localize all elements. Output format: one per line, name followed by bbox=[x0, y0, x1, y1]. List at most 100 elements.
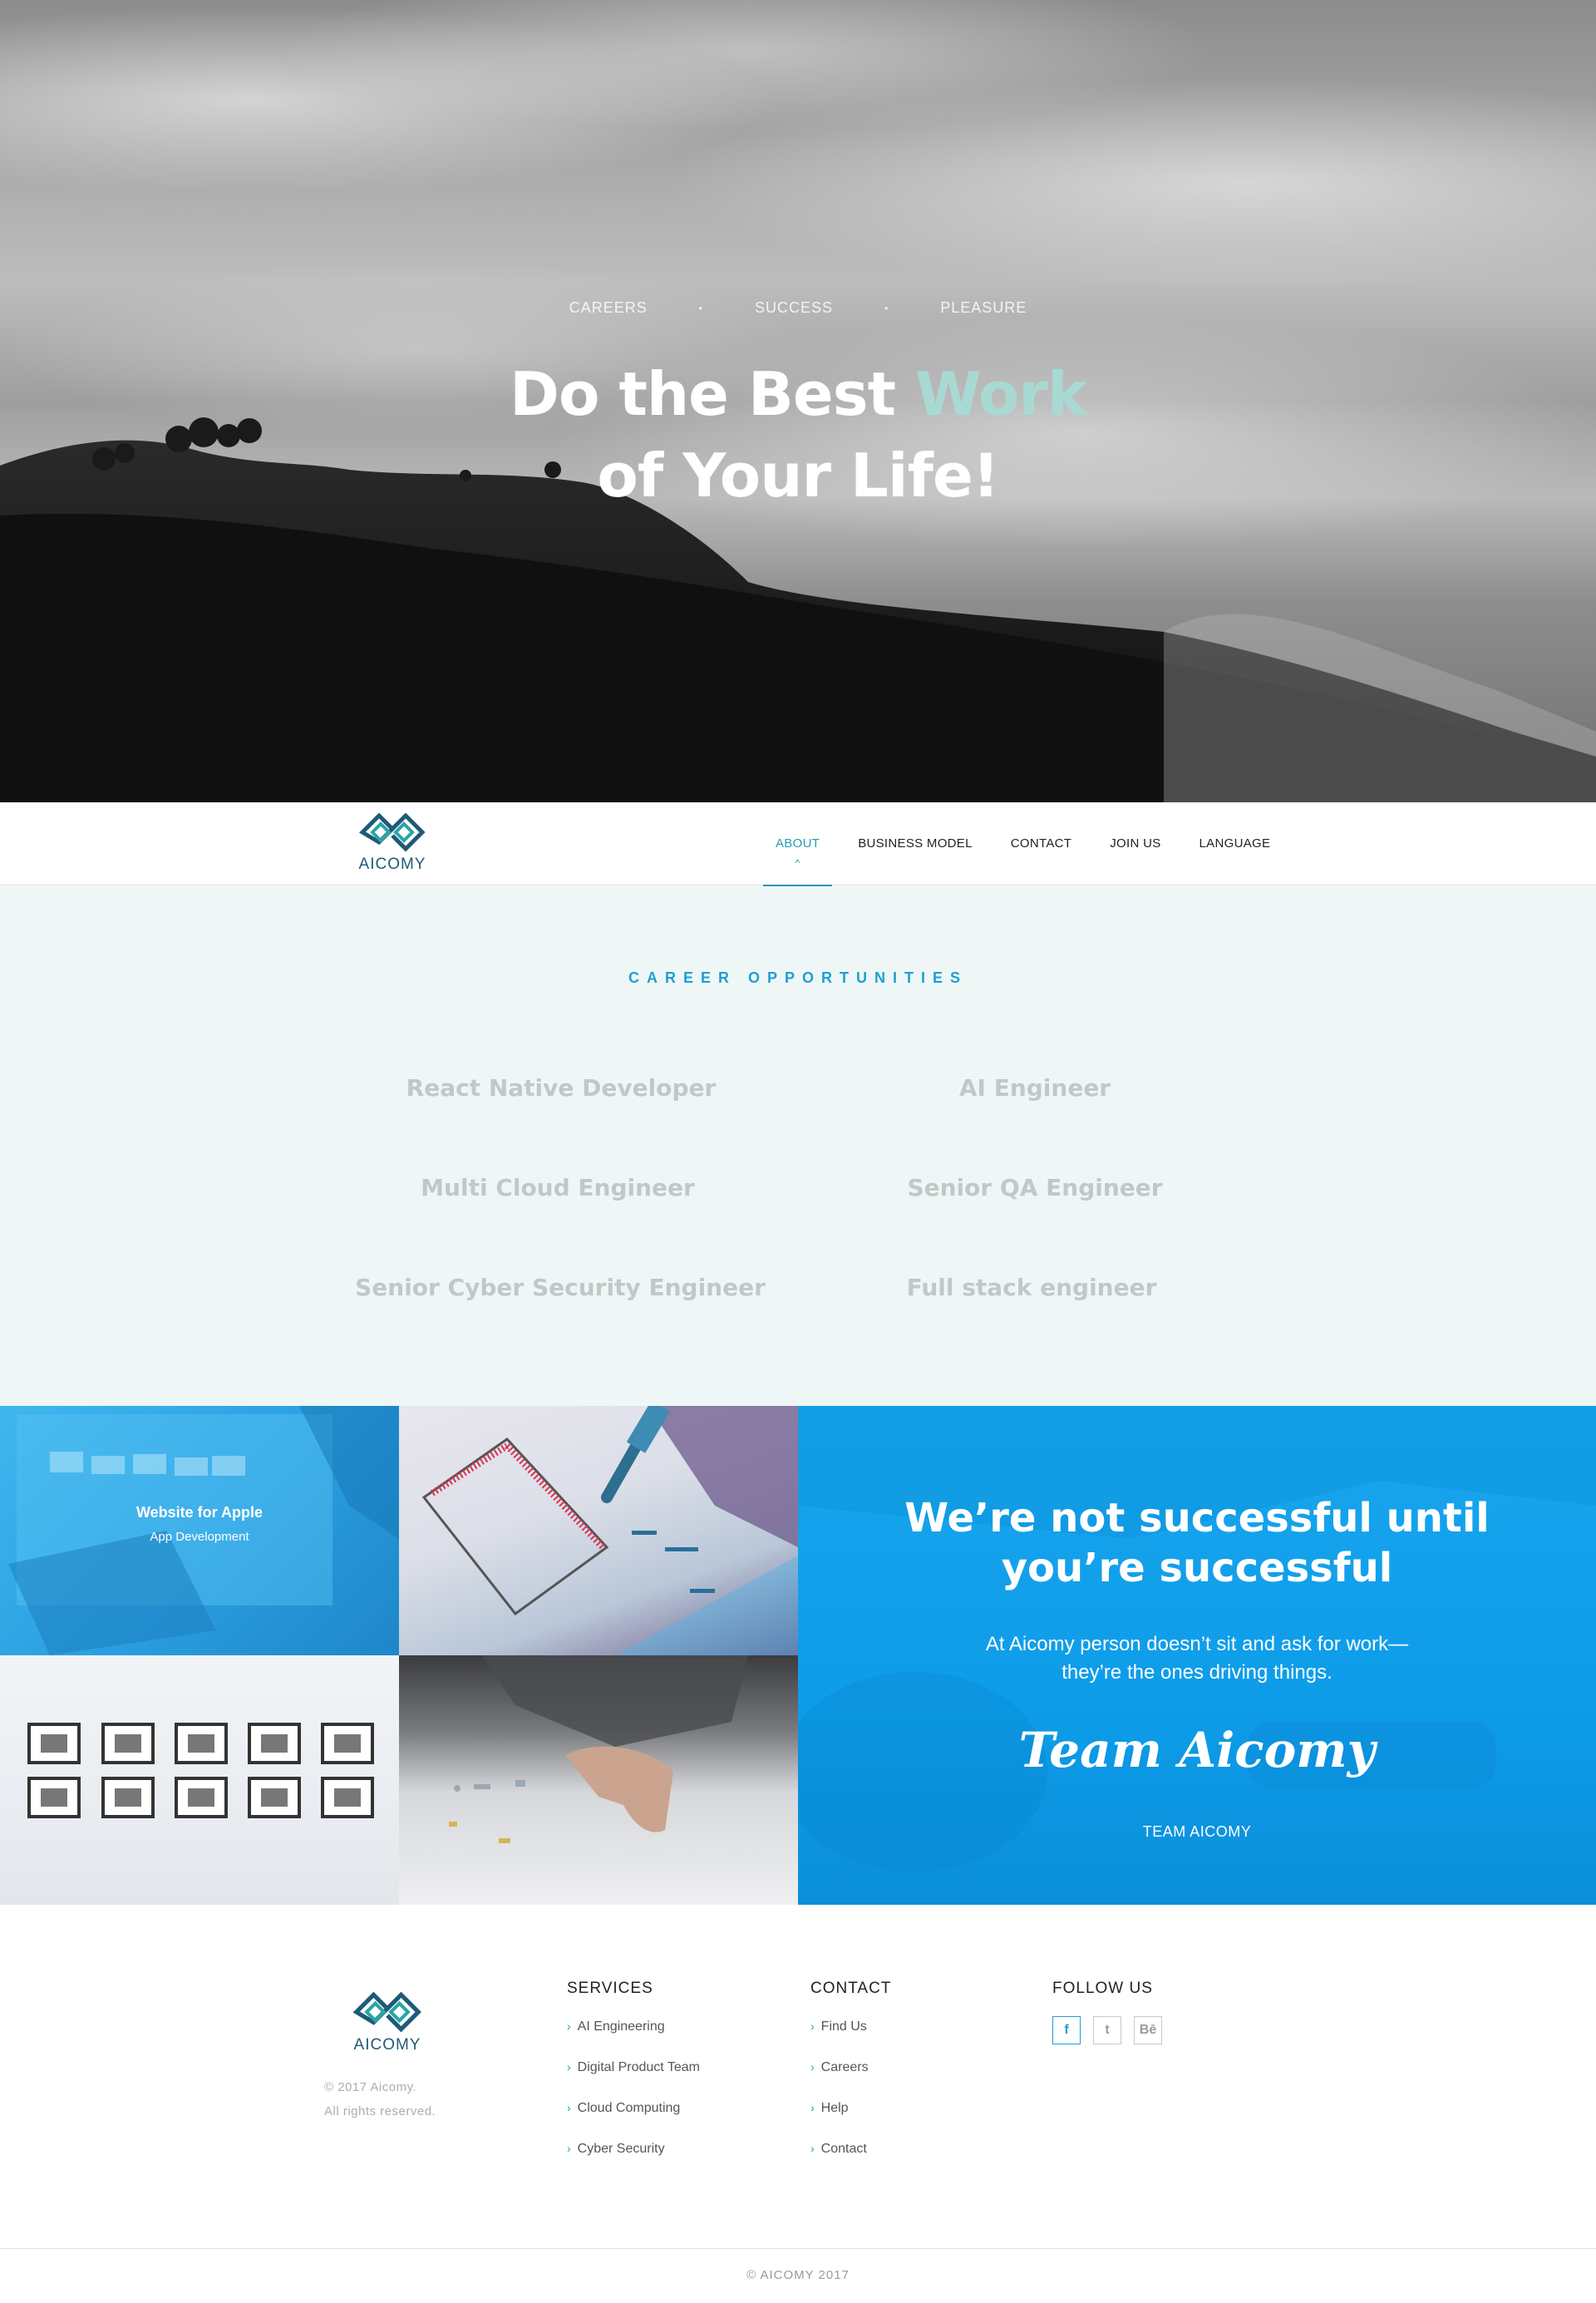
section-title: CAREER OPPORTUNITIES bbox=[628, 969, 968, 986]
footer-link-label: Cyber Security bbox=[577, 2142, 665, 2156]
footer-copyright: © 2017 Aicomy. All rights reserved. bbox=[324, 2075, 436, 2123]
hero-headline-start: Do the Best bbox=[510, 359, 916, 429]
portfolio-tile-website-for-apple[interactable]: Website for Apple App Development bbox=[0, 1406, 399, 1655]
job-react-native-developer[interactable]: React Native Developer bbox=[312, 1074, 810, 1102]
tile-1-subtitle: App Development bbox=[150, 1530, 249, 1544]
footer-logo[interactable]: AICOMY bbox=[349, 1988, 426, 2058]
aicomy-logo[interactable]: AICOMY bbox=[356, 809, 429, 879]
job-full-stack-engineer[interactable]: Full stack engineer bbox=[782, 1274, 1281, 1301]
footer-follow-column: FOLLOW US f t Bē bbox=[1052, 1980, 1162, 2044]
signature-label: TEAM AICOMY bbox=[1142, 1823, 1252, 1840]
footer: AICOMY © 2017 Aicomy. All rights reserve… bbox=[0, 1905, 1596, 2303]
chevron-right-icon: › bbox=[567, 2019, 571, 2033]
footer-link-cloud-computing[interactable]: › Cloud Computing bbox=[567, 2098, 700, 2138]
gallery-frame bbox=[321, 1723, 374, 1764]
hero-tagline: CAREERS • SUCCESS • PLEASURE bbox=[0, 299, 1596, 317]
footer-contact-title: CONTACT bbox=[810, 1980, 892, 1997]
footer-link-label: Contact bbox=[820, 2142, 867, 2156]
footer-link-label: Help bbox=[820, 2101, 849, 2115]
chevron-up-icon: ^ bbox=[795, 857, 800, 869]
footer-link-label: Cloud Computing bbox=[577, 2101, 681, 2115]
aicomy-logo-icon bbox=[352, 1991, 421, 2033]
nav-item-label: BUSINESS MODEL bbox=[858, 836, 973, 851]
gallery-frame bbox=[27, 1777, 81, 1818]
job-multi-cloud-engineer[interactable]: Multi Cloud Engineer bbox=[308, 1174, 807, 1201]
footer-link-ai-engineering[interactable]: › AI Engineering bbox=[567, 2016, 700, 2057]
footer-link-digital-product-team[interactable]: › Digital Product Team bbox=[567, 2057, 700, 2098]
nav-item-language[interactable]: LANGUAGE bbox=[1180, 802, 1290, 885]
footer-follow-title: FOLLOW US bbox=[1052, 1980, 1153, 1997]
nav-item-label: LANGUAGE bbox=[1199, 836, 1271, 851]
nav-item-join-us[interactable]: JOIN US bbox=[1091, 802, 1180, 885]
copyright-line2: All rights reserved. bbox=[324, 2104, 436, 2118]
chevron-right-icon: › bbox=[810, 2101, 815, 2114]
gallery-frame bbox=[27, 1723, 81, 1764]
nav-item-label: JOIN US bbox=[1110, 836, 1161, 851]
footer-link-find-us[interactable]: › Find Us bbox=[810, 2016, 891, 2057]
footer-services-column: SERVICES › AI Engineering › Digital Produc… bbox=[567, 1980, 700, 2179]
chevron-right-icon: › bbox=[567, 2101, 571, 2114]
behance-icon[interactable]: Bē bbox=[1134, 2016, 1162, 2044]
footer-link-contact[interactable]: › Contact bbox=[810, 2138, 891, 2179]
hero-tag-separator: • bbox=[884, 303, 889, 315]
portfolio-tile-gallery[interactable] bbox=[0, 1655, 399, 1905]
quote-body: At Aicomy person doesn’t sit and ask for… bbox=[798, 1630, 1596, 1687]
portfolio-tile-sketch[interactable] bbox=[399, 1406, 798, 1655]
nav-item-contact[interactable]: CONTACT bbox=[992, 802, 1091, 885]
facebook-icon[interactable]: f bbox=[1052, 2016, 1081, 2044]
signature: Team Aicomy bbox=[1018, 1722, 1376, 1778]
hero-headline-accent: Work bbox=[915, 359, 1087, 429]
hero-headline: Do the Best Work of Your Life! bbox=[0, 353, 1596, 516]
career-opportunities-section: CAREER OPPORTUNITIES React Native Develo… bbox=[0, 886, 1596, 1406]
gallery-frame bbox=[175, 1777, 228, 1818]
gallery-frame bbox=[175, 1723, 228, 1764]
footer-services-title: SERVICES bbox=[567, 1980, 653, 1997]
copyright-line1: © 2017 Aicomy. bbox=[324, 2080, 417, 2094]
nav-menu: ABOUT ^ BUSINESS MODEL CONTACT JOIN US L… bbox=[756, 802, 1290, 886]
quote-headline-line2: you’re successful bbox=[1001, 1545, 1393, 1591]
footer-contact-column: CONTACT › Find Us › Careers › Help › Contact bbox=[810, 1980, 891, 2179]
hero-tag-pleasure: PLEASURE bbox=[940, 299, 1027, 316]
footer-link-help[interactable]: › Help bbox=[810, 2098, 891, 2138]
footer-link-careers[interactable]: › Careers bbox=[810, 2057, 891, 2098]
job-senior-cyber-security-engineer[interactable]: Senior Cyber Security Engineer bbox=[311, 1274, 810, 1301]
chevron-right-icon: › bbox=[810, 2142, 815, 2155]
footer-link-label: Digital Product Team bbox=[577, 2060, 700, 2074]
main-navbar: AICOMY ABOUT ^ BUSINESS MODEL CONTACT JO… bbox=[0, 802, 1596, 886]
chevron-right-icon: › bbox=[567, 2142, 571, 2155]
gallery-frame bbox=[321, 1777, 374, 1818]
tile-2-image bbox=[421, 1406, 798, 1655]
tile-1-caption: Website for Apple App Development bbox=[0, 1504, 399, 1544]
job-senior-qa-engineer[interactable]: Senior QA Engineer bbox=[786, 1174, 1284, 1201]
hero-tag-separator: • bbox=[698, 303, 703, 315]
nav-item-label: ABOUT bbox=[776, 836, 820, 851]
footer-link-label: Find Us bbox=[820, 2019, 867, 2034]
quote-headline: We’re not successful until you’re succes… bbox=[798, 1493, 1596, 1593]
quote-body-line2: they’re the ones driving things. bbox=[1062, 1661, 1332, 1684]
hero-tag-careers: CAREERS bbox=[569, 299, 648, 316]
portfolio-tile-drawing[interactable] bbox=[399, 1655, 798, 1905]
chevron-right-icon: › bbox=[810, 2060, 815, 2074]
portfolio-grid: Website for Apple App Development We’re … bbox=[0, 1406, 1596, 1905]
quote-headline-line1: We’re not successful until bbox=[904, 1495, 1490, 1541]
twitter-icon[interactable]: t bbox=[1093, 2016, 1121, 2044]
social-links: f t Bē bbox=[1052, 2016, 1162, 2044]
chevron-right-icon: › bbox=[810, 2019, 815, 2033]
hero-headline-line2: of Your Life! bbox=[597, 441, 999, 510]
gallery-frame bbox=[101, 1777, 155, 1818]
nav-item-business-model[interactable]: BUSINESS MODEL bbox=[839, 802, 992, 885]
quote-body-line1: At Aicomy person doesn’t sit and ask for… bbox=[985, 1633, 1409, 1655]
footer-bottom-copyright: © AICOMY 2017 bbox=[746, 2268, 850, 2282]
gallery-frame bbox=[101, 1723, 155, 1764]
nav-item-about[interactable]: ABOUT ^ bbox=[756, 802, 839, 886]
gallery-frame bbox=[248, 1723, 301, 1764]
job-ai-engineer[interactable]: AI Engineer bbox=[786, 1074, 1284, 1102]
aicomy-logo-icon bbox=[358, 812, 426, 852]
hero-tag-success: SUCCESS bbox=[754, 299, 833, 316]
footer-link-label: AI Engineering bbox=[577, 2019, 665, 2034]
logo-text: AICOMY bbox=[358, 856, 426, 873]
footer-link-cyber-security[interactable]: › Cyber Security bbox=[567, 2138, 700, 2179]
footer-logo-text: AICOMY bbox=[353, 2036, 421, 2054]
nav-item-label: CONTACT bbox=[1010, 836, 1072, 851]
hero-section: CAREERS • SUCCESS • PLEASURE Do the Best… bbox=[0, 0, 1596, 802]
